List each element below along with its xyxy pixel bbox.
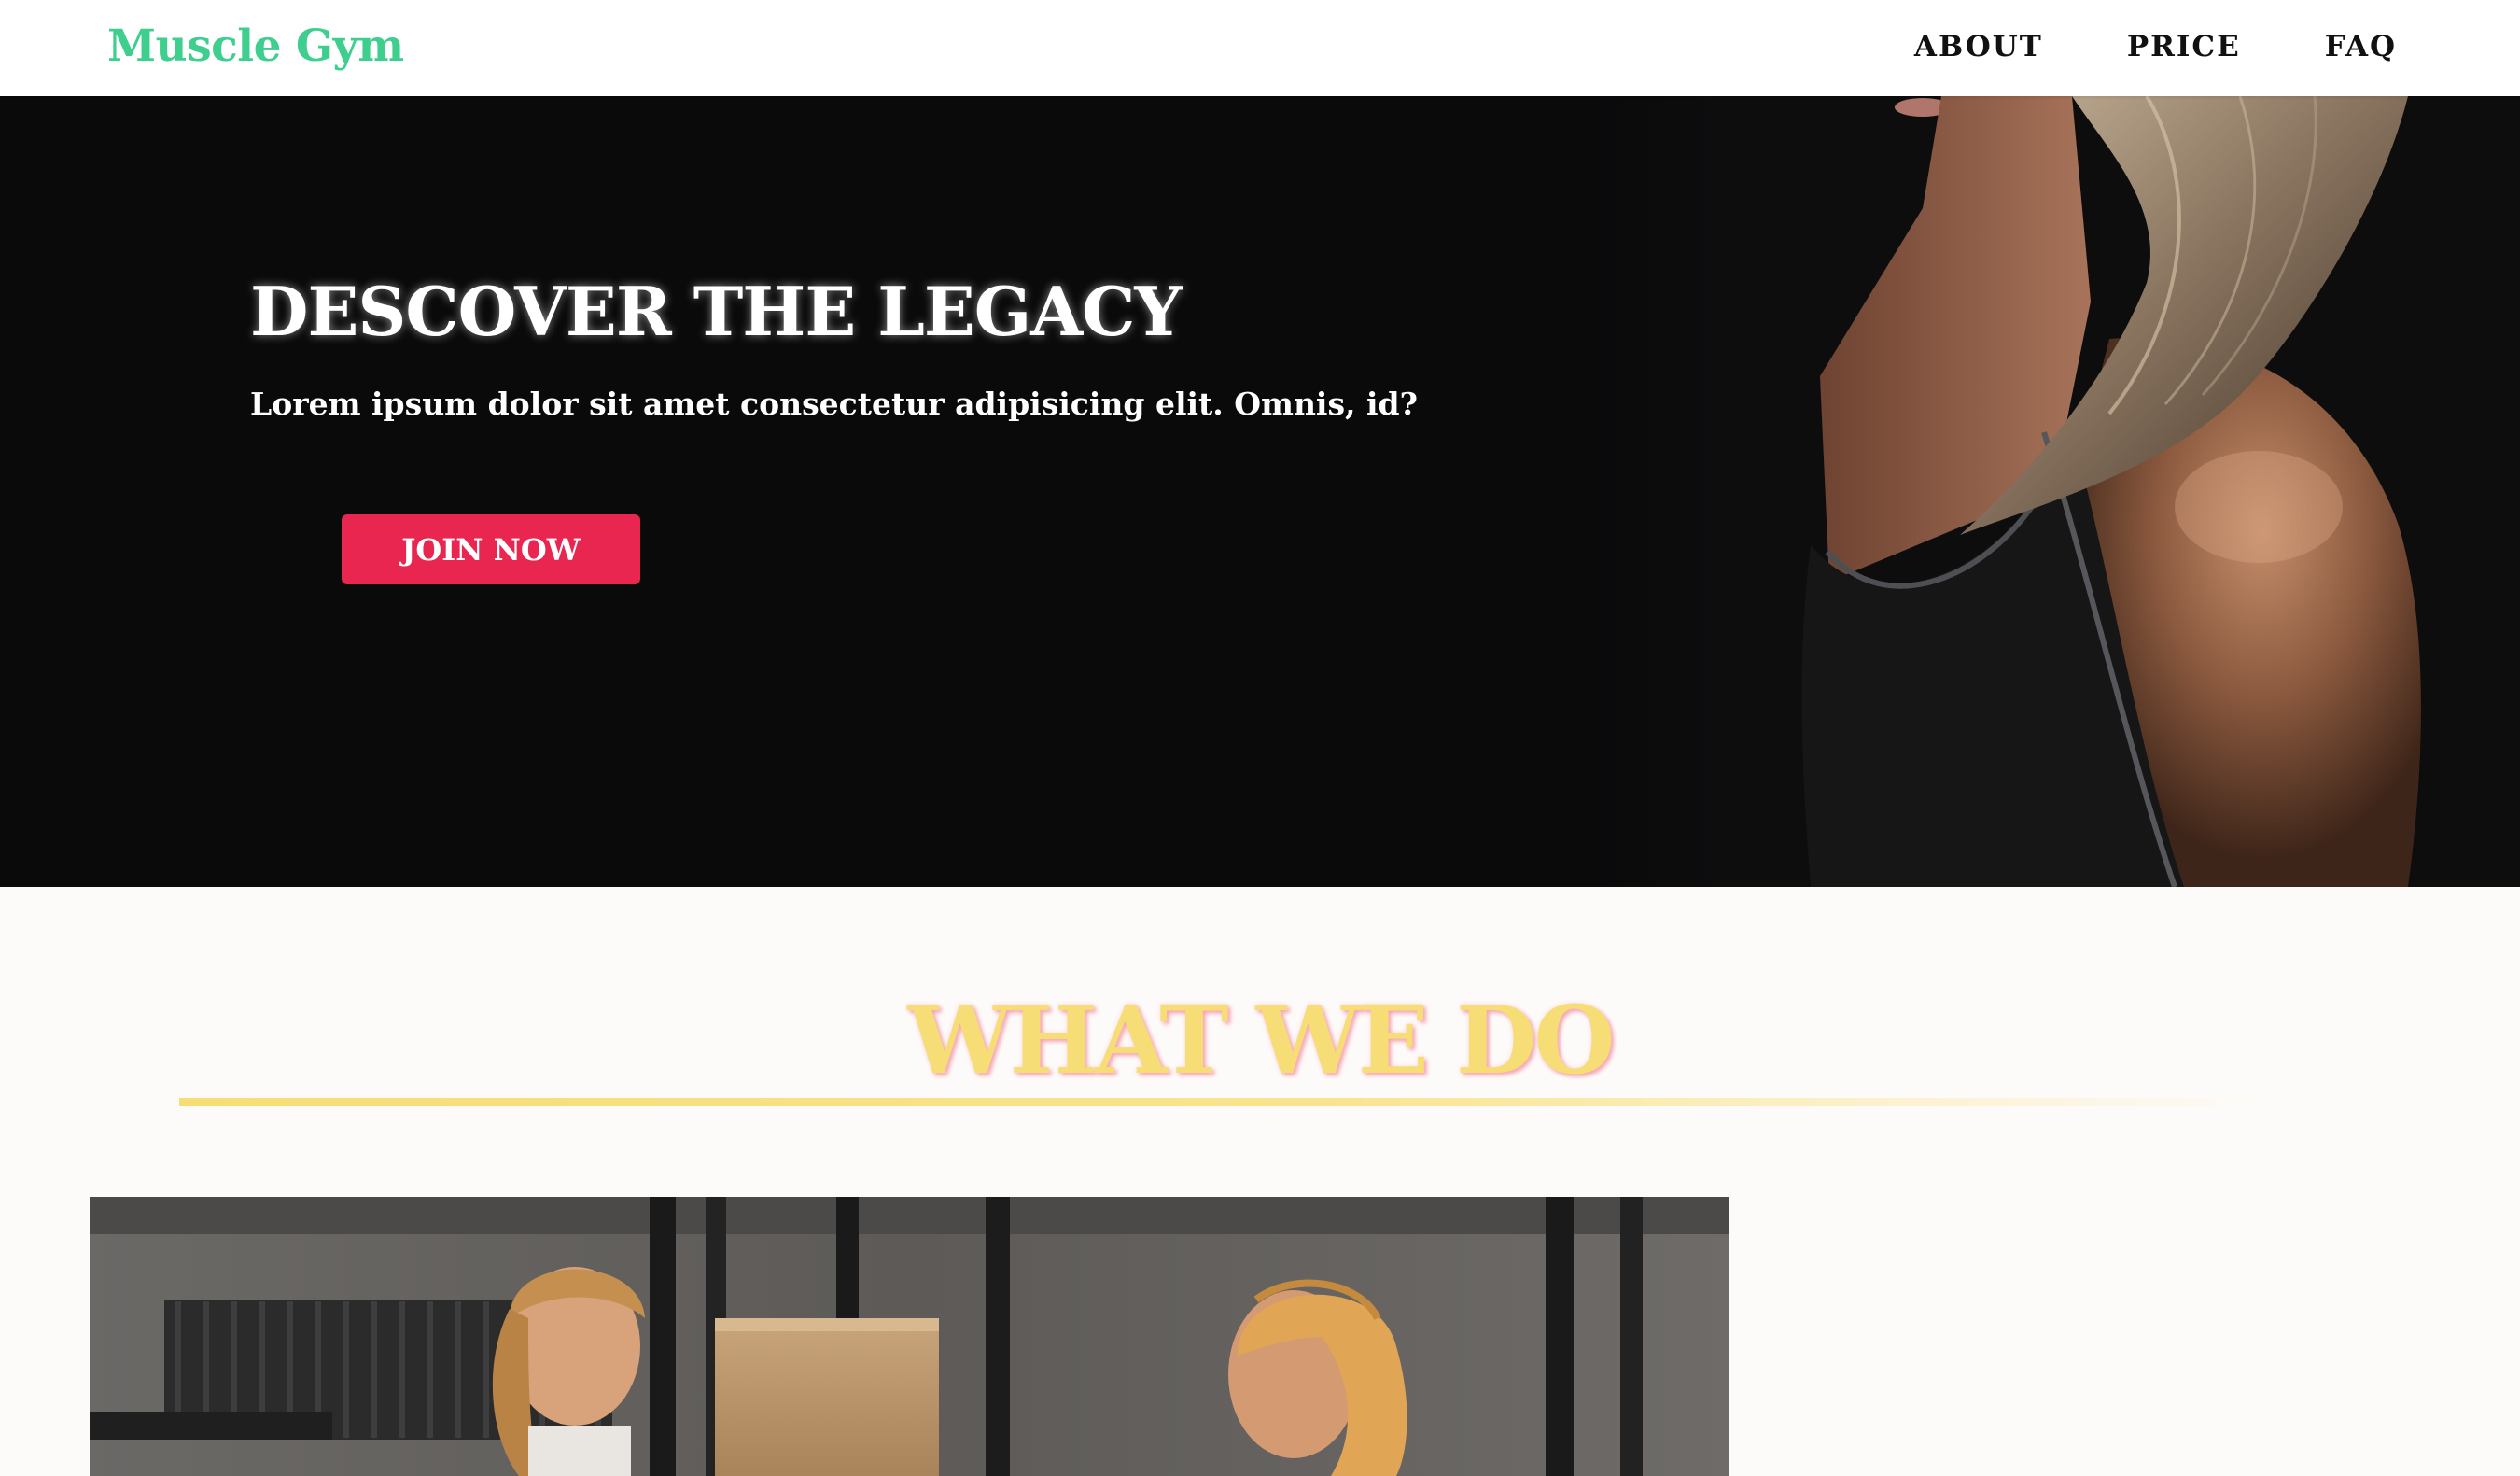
nav-link-faq[interactable]: FAQ: [2325, 30, 2397, 63]
site-logo[interactable]: Muscle Gym: [107, 21, 404, 72]
nav-link-price[interactable]: PRICE: [2127, 30, 2241, 63]
gym-training-image: [90, 1197, 1729, 1476]
gym-photo-illustration: [90, 1197, 1729, 1476]
nav-link-about[interactable]: ABOUT: [1914, 30, 2043, 63]
navbar: Muscle Gym ABOUT PRICE FAQ: [0, 0, 2520, 96]
section-divider: [179, 1098, 2279, 1106]
join-now-button[interactable]: JOIN NOW: [342, 514, 640, 584]
hero-subtitle: Lorem ipsum dolor sit amet consectetur a…: [250, 386, 1418, 422]
hero-title: DESCOVER THE LEGACY: [250, 272, 1183, 351]
hero-athlete-image: [1587, 96, 2520, 887]
hero-section: DESCOVER THE LEGACY Lorem ipsum dolor si…: [0, 96, 2520, 887]
section-title: WHAT WE DO: [907, 985, 1615, 1095]
nav-links: ABOUT PRICE FAQ: [1830, 30, 2397, 63]
